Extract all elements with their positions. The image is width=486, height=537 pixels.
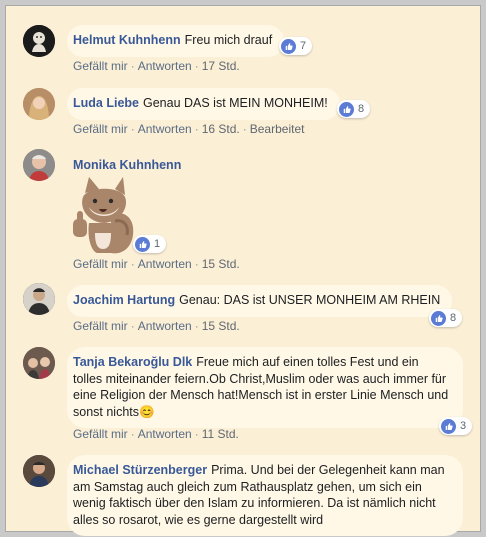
timestamp[interactable]: 11 Std. (202, 427, 239, 441)
reaction-number: 8 (450, 312, 457, 324)
separator: · (194, 59, 199, 73)
comment-author[interactable]: Monika Kuhnhenn (73, 158, 181, 172)
timestamp[interactable]: 15 Std. (202, 319, 240, 333)
reply-link[interactable]: Antworten (138, 319, 192, 333)
comment-text: Genau: DAS ist UNSER MONHEIM AM RHEIN (179, 293, 441, 307)
comment-bubble: Helmut Kuhnhenn Freu mich drauf (67, 25, 285, 57)
like-link[interactable]: Gefällt mir (73, 427, 128, 441)
avatar[interactable] (23, 283, 55, 315)
comment-author[interactable]: Joachim Hartung (73, 293, 175, 307)
comment-author[interactable]: Helmut Kuhnhenn (73, 33, 181, 47)
timestamp[interactable]: 16 Std. (202, 122, 240, 136)
like-link[interactable]: Gefällt mir (73, 122, 128, 136)
avatar-image-icon (23, 283, 55, 315)
reply-link[interactable]: Antworten (138, 122, 192, 136)
reaction-number: 8 (358, 103, 365, 115)
like-icon (281, 38, 296, 54)
like-icon (339, 101, 354, 117)
separator: · (194, 319, 199, 333)
separator: · (194, 427, 199, 441)
reply-link[interactable]: Antworten (138, 59, 192, 73)
comment-bubble: Tanja Bekaroğlu Dlk Freue mich auf einen … (67, 347, 463, 428)
separator: · (194, 122, 199, 136)
comment-actions: Gefällt mir · Antworten · 16 Std. · Bearbeitet (73, 122, 304, 136)
separator: · (194, 257, 199, 271)
reaction-count[interactable]: 1 (133, 235, 167, 253)
avatar-image-icon (23, 455, 55, 487)
separator: · (130, 122, 135, 136)
comment-actions: Gefällt mir · Antworten · 15 Std. (73, 257, 240, 271)
like-link[interactable]: Gefällt mir (73, 59, 128, 73)
like-link[interactable]: Gefällt mir (73, 319, 128, 333)
comment-text: Freu mich drauf (184, 33, 273, 47)
avatar[interactable] (23, 455, 55, 487)
comment-author[interactable]: Tanja Bekaroğlu Dlk (73, 355, 192, 369)
avatar-image-icon (23, 149, 55, 181)
reaction-count[interactable]: 7 (279, 37, 313, 55)
timestamp[interactable]: 17 Std. (202, 59, 240, 73)
like-icon (441, 418, 456, 434)
comment-actions: Gefällt mir · Antworten · 15 Std. (73, 319, 240, 333)
comment-author[interactable]: Luda Liebe (73, 96, 139, 110)
comment-bubble: Michael Stürzenberger Prima. Und bei der … (67, 455, 463, 536)
separator: · (130, 59, 135, 73)
separator: · (130, 319, 135, 333)
avatar[interactable] (23, 347, 55, 379)
comment-bubble: Luda Liebe Genau DAS ist MEIN MONHEIM! (67, 88, 340, 120)
comment-bubble: Joachim Hartung Genau: DAS ist UNSER MONH… (67, 285, 453, 317)
comment-actions: Gefällt mir · Antworten · 17 Std. (73, 59, 240, 73)
like-icon (135, 236, 150, 252)
avatar-image-icon (23, 88, 55, 120)
comment-actions: Gefällt mir · Antworten · 11 Std. (73, 427, 239, 441)
avatar[interactable] (23, 88, 55, 120)
like-link[interactable]: Gefällt mir (73, 257, 128, 271)
like-icon (431, 310, 446, 326)
comment-text: Genau DAS ist MEIN MONHEIM! (142, 96, 328, 110)
separator: · (130, 257, 135, 271)
separator: · (130, 427, 135, 441)
avatar[interactable] (23, 25, 55, 57)
edited-label[interactable]: Bearbeitet (250, 122, 305, 136)
timestamp[interactable]: 15 Std. (202, 257, 240, 271)
avatar-image-icon (23, 25, 55, 57)
reply-link[interactable]: Antworten (138, 427, 192, 441)
comment-author[interactable]: Michael Stürzenberger (73, 463, 207, 477)
reaction-count[interactable]: 8 (337, 100, 371, 118)
separator: · (242, 122, 247, 136)
reaction-count[interactable]: 3 (439, 417, 473, 435)
reaction-count[interactable]: 8 (429, 309, 463, 327)
reaction-number: 3 (460, 420, 467, 432)
avatar[interactable] (23, 149, 55, 181)
reply-link[interactable]: Antworten (138, 257, 192, 271)
reaction-number: 7 (300, 40, 307, 52)
comment-section: Helmut Kuhnhenn Freu mich drauf 7 Gefällt… (0, 0, 486, 537)
avatar-image-icon (23, 347, 55, 379)
fox-thumbs-up-sticker-icon[interactable] (71, 175, 137, 257)
reaction-number: 1 (154, 238, 161, 250)
